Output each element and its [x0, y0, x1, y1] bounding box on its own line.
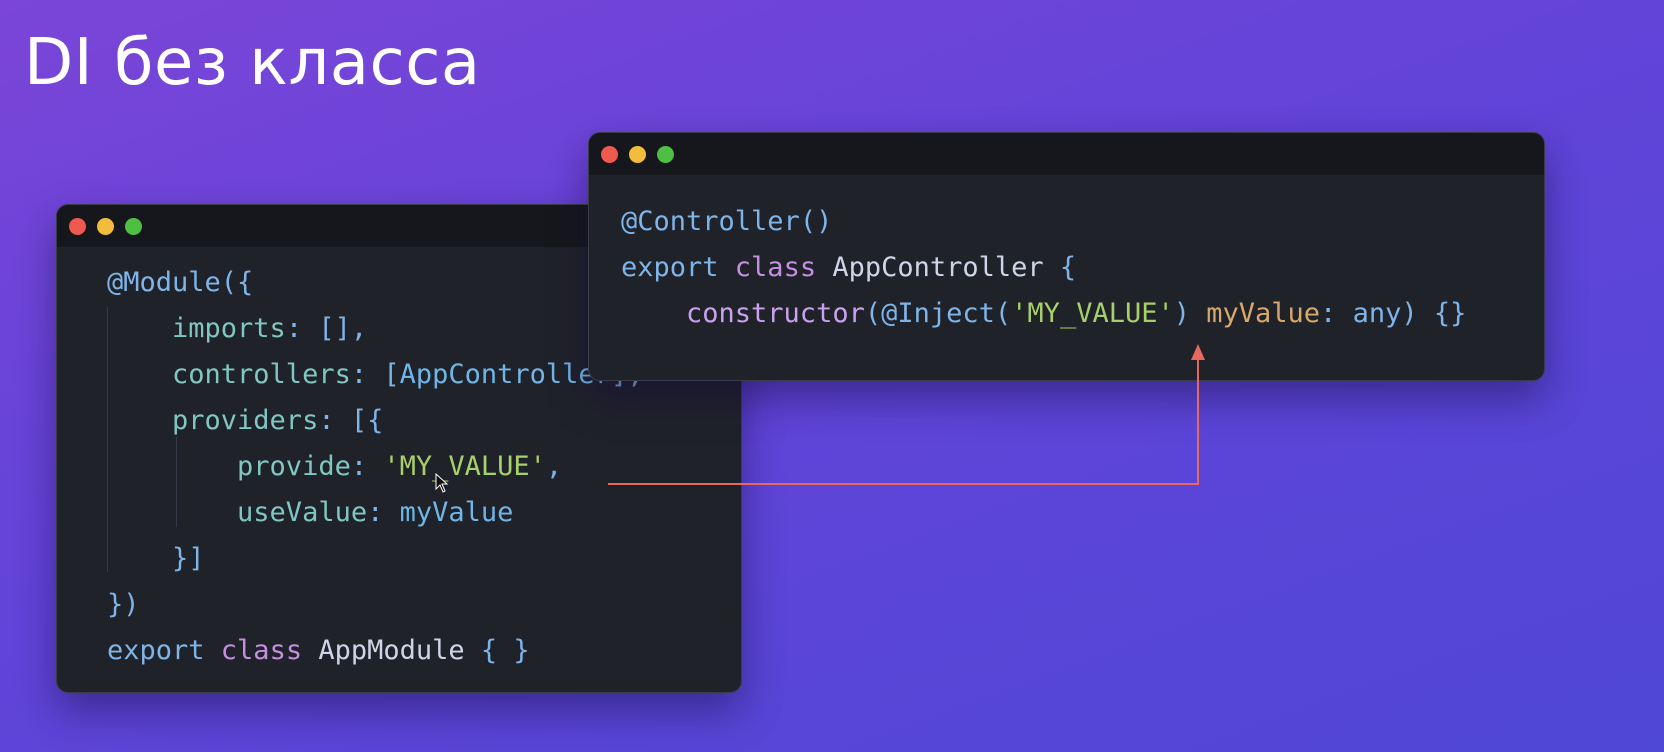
code-token: 'MY_VALUE'	[1011, 298, 1174, 329]
code-token: ,	[545, 451, 563, 482]
mouse-cursor-icon	[435, 473, 449, 493]
maximize-dot-icon[interactable]	[125, 217, 142, 235]
window-titlebar	[589, 133, 1544, 175]
code-line: providers: [{	[107, 398, 643, 444]
code-token: class	[220, 635, 319, 666]
code-token: })	[107, 589, 140, 620]
controller-code: @Controller() export class AppController …	[621, 199, 1466, 337]
code-token: imports	[107, 313, 286, 344]
code-line: @Module({	[107, 260, 643, 306]
code-line: imports: [],	[107, 306, 643, 352]
close-dot-icon[interactable]	[69, 217, 86, 235]
code-token: useValue	[107, 497, 368, 528]
code-token: @Module	[107, 267, 221, 298]
code-line: provide: 'MY_VALUE',	[107, 444, 643, 490]
code-token: ) {}	[1401, 298, 1467, 329]
code-line: controllers: [AppController],	[107, 352, 643, 398]
maximize-dot-icon[interactable]	[657, 145, 674, 163]
code-token: (	[864, 298, 882, 329]
code-token: AppModule	[318, 635, 481, 666]
code-token: : [{	[318, 405, 384, 436]
code-token: }]	[107, 543, 205, 574]
code-token: :	[1320, 298, 1353, 329]
code-token: :	[367, 497, 400, 528]
code-token: : [],	[285, 313, 368, 344]
code-token: any	[1352, 298, 1402, 329]
minimize-dot-icon[interactable]	[97, 217, 114, 235]
code-line: }]	[107, 536, 643, 582]
code-token: export	[107, 635, 221, 666]
code-token: class	[734, 252, 833, 283]
code-token: ({	[220, 267, 254, 298]
code-line: export class AppModule { }	[107, 628, 643, 674]
code-token: providers	[107, 405, 319, 436]
code-token: myValue	[1206, 298, 1321, 329]
code-line: export class AppController {	[621, 245, 1466, 291]
code-token: provide	[107, 451, 351, 482]
code-line: @Controller()	[621, 199, 1466, 245]
code-line: constructor(@Inject('MY_VALUE') myValue:…	[621, 291, 1466, 337]
code-token: (	[994, 298, 1012, 329]
code-token: @Inject	[881, 298, 995, 329]
code-token: :	[350, 451, 384, 482]
code-token: constructor	[621, 298, 865, 329]
close-dot-icon[interactable]	[601, 145, 618, 163]
code-token: ()	[799, 206, 833, 237]
code-token: {	[1059, 252, 1077, 283]
code-token: controllers	[107, 359, 351, 390]
code-token: @Controller	[621, 206, 800, 237]
code-line: useValue: myValue	[107, 490, 643, 536]
minimize-dot-icon[interactable]	[629, 145, 646, 163]
code-token: { }	[480, 635, 530, 666]
code-token: : [	[350, 359, 400, 390]
code-token: AppController	[832, 252, 1060, 283]
slide-title: DI без класса	[24, 26, 481, 100]
code-token: 'MY_VALUE'	[383, 451, 546, 482]
module-code: @Module({ imports: [], controllers: [App…	[107, 260, 643, 674]
code-token: )	[1173, 298, 1207, 329]
code-line: })	[107, 582, 643, 628]
code-token: myValue	[399, 497, 514, 528]
code-token: export	[621, 252, 735, 283]
controller-code-window: @Controller() export class AppController …	[588, 132, 1545, 381]
code-token: AppController	[399, 359, 611, 390]
